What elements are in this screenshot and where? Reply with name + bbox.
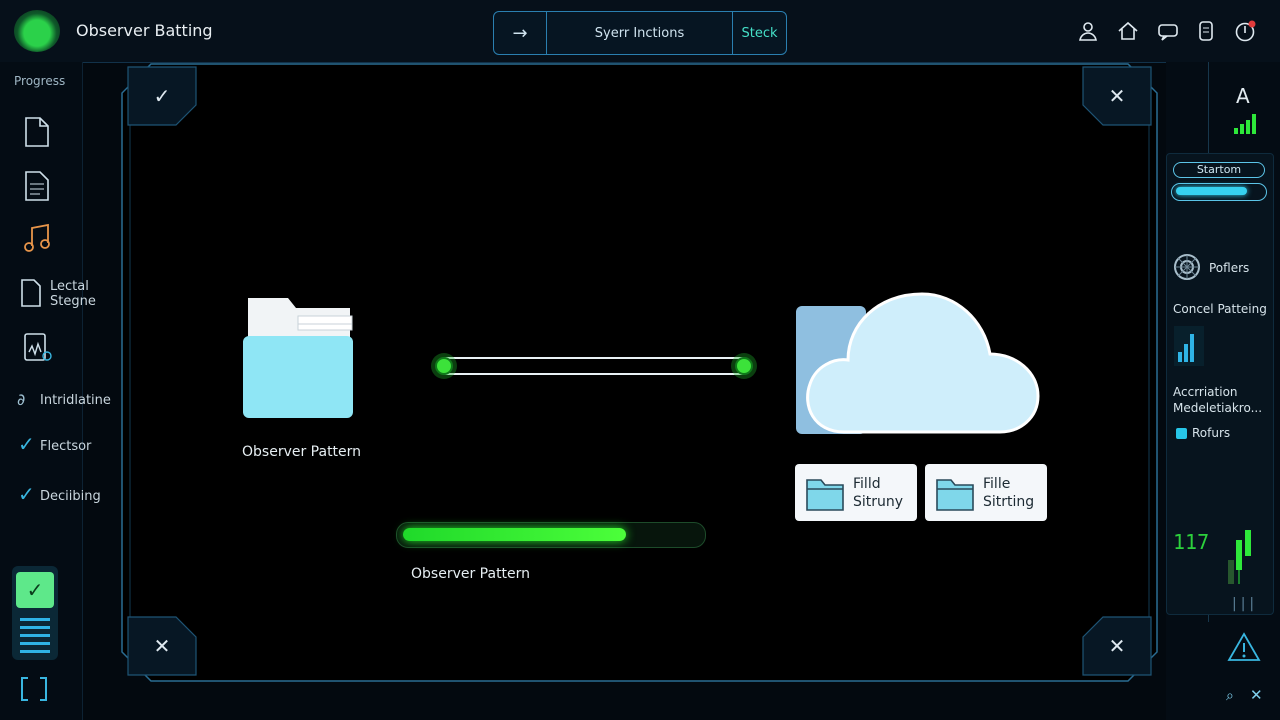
app-title: Observer Batting [76, 21, 213, 40]
file-card[interactable]: Fille Sitrting [925, 464, 1047, 521]
close-corner-button[interactable]: ✕ [1082, 616, 1152, 676]
file-icon[interactable] [20, 278, 42, 308]
list-line [20, 626, 50, 629]
music-icon[interactable] [22, 222, 52, 254]
collapse-corner-button[interactable]: ✕ [127, 616, 197, 676]
rofurs-icon [1176, 428, 1187, 439]
file-card[interactable]: Filld Sitruny [795, 464, 917, 521]
folder-icon [806, 478, 844, 511]
status-progress-fill [1176, 187, 1247, 195]
chevron-icon: ✕ [153, 634, 171, 658]
power-icon[interactable] [1234, 20, 1256, 42]
accreditation-line: Medeletiakro... [1173, 401, 1263, 415]
user-icon[interactable] [1077, 20, 1099, 42]
sidebar-item-label[interactable]: Intridlatine [40, 393, 111, 408]
status-label[interactable]: Startom [1173, 162, 1265, 178]
rofurs-label[interactable]: Rofurs [1192, 426, 1230, 440]
list-line [20, 634, 50, 637]
close-icon[interactable]: ✕ [1250, 686, 1263, 704]
progress-bar [396, 522, 706, 548]
warning-icon[interactable] [1227, 632, 1261, 662]
cloud-icon[interactable] [796, 256, 1052, 438]
app-logo-icon [14, 10, 60, 52]
arrow-segment[interactable]: → [494, 12, 547, 54]
accreditation-line: Accrriation [1173, 385, 1238, 399]
close-corner-button[interactable]: ✕ [1082, 66, 1152, 126]
progress-fill [403, 528, 626, 541]
segmented-control: → Syerr Inctions Steck [493, 11, 787, 55]
tick-marks: ||| [1232, 596, 1259, 612]
connection-link [428, 346, 760, 386]
document-icon[interactable] [22, 116, 52, 148]
text-document-icon[interactable] [22, 170, 52, 202]
search-icon[interactable]: ⌕ [1226, 688, 1234, 704]
folder-label: Observer Pattern [242, 444, 362, 460]
list-line [20, 642, 50, 645]
instructions-segment[interactable]: Syerr Inctions [547, 12, 733, 54]
link-icon: ∂ [17, 390, 26, 409]
home-icon[interactable] [1117, 20, 1139, 42]
chat-icon[interactable] [1157, 20, 1179, 42]
file-card-title: Fille [983, 475, 1011, 492]
file-card-title: Filld [853, 475, 881, 492]
close-icon: ✕ [1108, 84, 1126, 108]
clipboard-icon[interactable] [22, 330, 52, 362]
activity-bars-icon [1226, 526, 1258, 586]
file-card-subtitle: Sitrting [983, 493, 1035, 510]
frame-icon[interactable] [20, 676, 48, 702]
file-card-subtitle: Sitruny [853, 493, 904, 510]
signal-icon [1232, 110, 1260, 136]
counter-value: 117 [1173, 530, 1210, 554]
check-icon: ✓ [18, 432, 35, 456]
progress-heading: Progress [14, 74, 66, 88]
stack-segment[interactable]: Steck [733, 12, 786, 54]
concel-label[interactable]: Concel Patteing [1173, 302, 1267, 316]
progress-caption: Observer Pattern [411, 566, 531, 582]
check-icon: ✓ [153, 84, 171, 108]
folder-icon [936, 478, 974, 511]
close-icon: ✕ [1108, 634, 1126, 658]
check-icon: ✓ [18, 482, 35, 506]
font-letter[interactable]: A [1236, 84, 1250, 108]
sidebar-item-label: Lectal Stegne [50, 279, 96, 309]
folder-icon[interactable] [242, 294, 354, 420]
confirm-corner-button[interactable]: ✓ [127, 66, 197, 126]
gear-icon[interactable] [1172, 252, 1202, 282]
sidebar-item-label[interactable]: Deciibing [40, 489, 101, 504]
device-icon[interactable] [1195, 20, 1217, 42]
list-line [20, 650, 50, 653]
list-line [20, 618, 50, 621]
chart-icon [1174, 326, 1204, 366]
sidebar-item-label[interactable]: Flectsor [40, 439, 91, 454]
accreditation-text: Accrriation Medeletiakro... [1173, 384, 1262, 416]
poflers-label[interactable]: Poflers [1209, 261, 1249, 275]
check-icon[interactable]: ✓ [16, 572, 54, 608]
